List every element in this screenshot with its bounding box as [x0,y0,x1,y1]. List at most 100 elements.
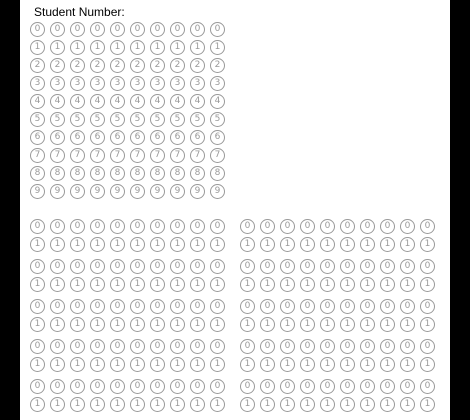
student-digit-bubble[interactable]: 5 [210,112,225,127]
answer-bubble[interactable]: 0 [380,219,395,234]
student-digit-bubble[interactable]: 7 [30,148,45,163]
answer-bubble[interactable]: 0 [380,379,395,394]
answer-bubble[interactable]: 0 [70,339,85,354]
answer-bubble[interactable]: 1 [110,397,125,412]
student-digit-bubble[interactable]: 4 [150,94,165,109]
answer-bubble[interactable]: 0 [190,259,205,274]
answer-bubble[interactable]: 1 [300,317,315,332]
answer-bubble[interactable]: 0 [170,339,185,354]
student-digit-bubble[interactable]: 1 [190,40,205,55]
student-digit-bubble[interactable]: 2 [30,58,45,73]
student-digit-bubble[interactable]: 5 [130,112,145,127]
answer-bubble[interactable]: 0 [260,379,275,394]
answer-bubble[interactable]: 0 [110,299,125,314]
answer-bubble[interactable]: 0 [400,219,415,234]
answer-bubble[interactable]: 1 [320,237,335,252]
answer-bubble[interactable]: 1 [150,397,165,412]
answer-bubble[interactable]: 1 [400,397,415,412]
student-digit-bubble[interactable]: 9 [110,184,125,199]
answer-bubble[interactable]: 0 [190,379,205,394]
student-digit-bubble[interactable]: 7 [70,148,85,163]
answer-bubble[interactable]: 1 [170,357,185,372]
student-digit-bubble[interactable]: 7 [110,148,125,163]
answer-bubble[interactable]: 1 [90,397,105,412]
answer-bubble[interactable]: 0 [400,299,415,314]
student-digit-bubble[interactable]: 0 [150,22,165,37]
student-digit-bubble[interactable]: 4 [50,94,65,109]
answer-bubble[interactable]: 1 [340,317,355,332]
answer-bubble[interactable]: 0 [340,219,355,234]
student-digit-bubble[interactable]: 9 [90,184,105,199]
student-digit-bubble[interactable]: 8 [110,166,125,181]
student-digit-bubble[interactable]: 9 [70,184,85,199]
student-digit-bubble[interactable]: 7 [90,148,105,163]
answer-bubble[interactable]: 0 [320,339,335,354]
answer-bubble[interactable]: 0 [420,339,435,354]
student-digit-bubble[interactable]: 7 [130,148,145,163]
answer-bubble[interactable]: 0 [210,299,225,314]
answer-bubble[interactable]: 1 [360,237,375,252]
answer-bubble[interactable]: 1 [260,397,275,412]
student-digit-bubble[interactable]: 2 [170,58,185,73]
student-digit-bubble[interactable]: 7 [170,148,185,163]
answer-bubble[interactable]: 1 [30,317,45,332]
answer-bubble[interactable]: 1 [150,317,165,332]
answer-bubble[interactable]: 1 [360,317,375,332]
answer-bubble[interactable]: 1 [420,237,435,252]
answer-bubble[interactable]: 0 [300,219,315,234]
student-digit-bubble[interactable]: 1 [50,40,65,55]
answer-bubble[interactable]: 0 [130,379,145,394]
student-digit-bubble[interactable]: 9 [190,184,205,199]
student-digit-bubble[interactable]: 2 [70,58,85,73]
answer-bubble[interactable]: 0 [130,219,145,234]
answer-bubble[interactable]: 1 [280,397,295,412]
answer-bubble[interactable]: 0 [110,379,125,394]
answer-bubble[interactable]: 1 [90,277,105,292]
answer-bubble[interactable]: 1 [210,237,225,252]
answer-bubble[interactable]: 0 [380,339,395,354]
answer-bubble[interactable]: 1 [360,277,375,292]
answer-bubble[interactable]: 0 [30,299,45,314]
student-digit-bubble[interactable]: 6 [150,130,165,145]
answer-bubble[interactable]: 1 [320,277,335,292]
student-digit-bubble[interactable]: 6 [190,130,205,145]
student-digit-bubble[interactable]: 2 [190,58,205,73]
answer-bubble[interactable]: 1 [30,237,45,252]
answer-bubble[interactable]: 1 [130,237,145,252]
student-digit-bubble[interactable]: 1 [150,40,165,55]
answer-bubble[interactable]: 0 [50,379,65,394]
answer-bubble[interactable]: 0 [50,259,65,274]
answer-bubble[interactable]: 0 [50,299,65,314]
answer-bubble[interactable]: 0 [260,259,275,274]
student-digit-bubble[interactable]: 6 [90,130,105,145]
answer-bubble[interactable]: 1 [30,277,45,292]
answer-bubble[interactable]: 0 [110,219,125,234]
student-digit-bubble[interactable]: 2 [150,58,165,73]
answer-bubble[interactable]: 0 [340,259,355,274]
student-digit-bubble[interactable]: 8 [30,166,45,181]
answer-bubble[interactable]: 0 [420,259,435,274]
answer-bubble[interactable]: 0 [70,379,85,394]
answer-bubble[interactable]: 1 [210,317,225,332]
student-digit-bubble[interactable]: 1 [70,40,85,55]
answer-bubble[interactable]: 0 [150,339,165,354]
answer-bubble[interactable]: 0 [30,219,45,234]
answer-bubble[interactable]: 1 [70,317,85,332]
answer-bubble[interactable]: 1 [300,357,315,372]
answer-bubble[interactable]: 1 [210,397,225,412]
answer-bubble[interactable]: 0 [90,339,105,354]
answer-bubble[interactable]: 0 [110,339,125,354]
student-digit-bubble[interactable]: 1 [30,40,45,55]
student-digit-bubble[interactable]: 0 [210,22,225,37]
answer-bubble[interactable]: 1 [190,357,205,372]
answer-bubble[interactable]: 1 [70,237,85,252]
answer-bubble[interactable]: 1 [240,277,255,292]
answer-bubble[interactable]: 1 [110,317,125,332]
answer-bubble[interactable]: 1 [340,357,355,372]
answer-bubble[interactable]: 0 [340,339,355,354]
answer-bubble[interactable]: 0 [150,219,165,234]
student-digit-bubble[interactable]: 5 [190,112,205,127]
answer-bubble[interactable]: 1 [260,277,275,292]
answer-bubble[interactable]: 1 [300,397,315,412]
answer-bubble[interactable]: 0 [280,259,295,274]
